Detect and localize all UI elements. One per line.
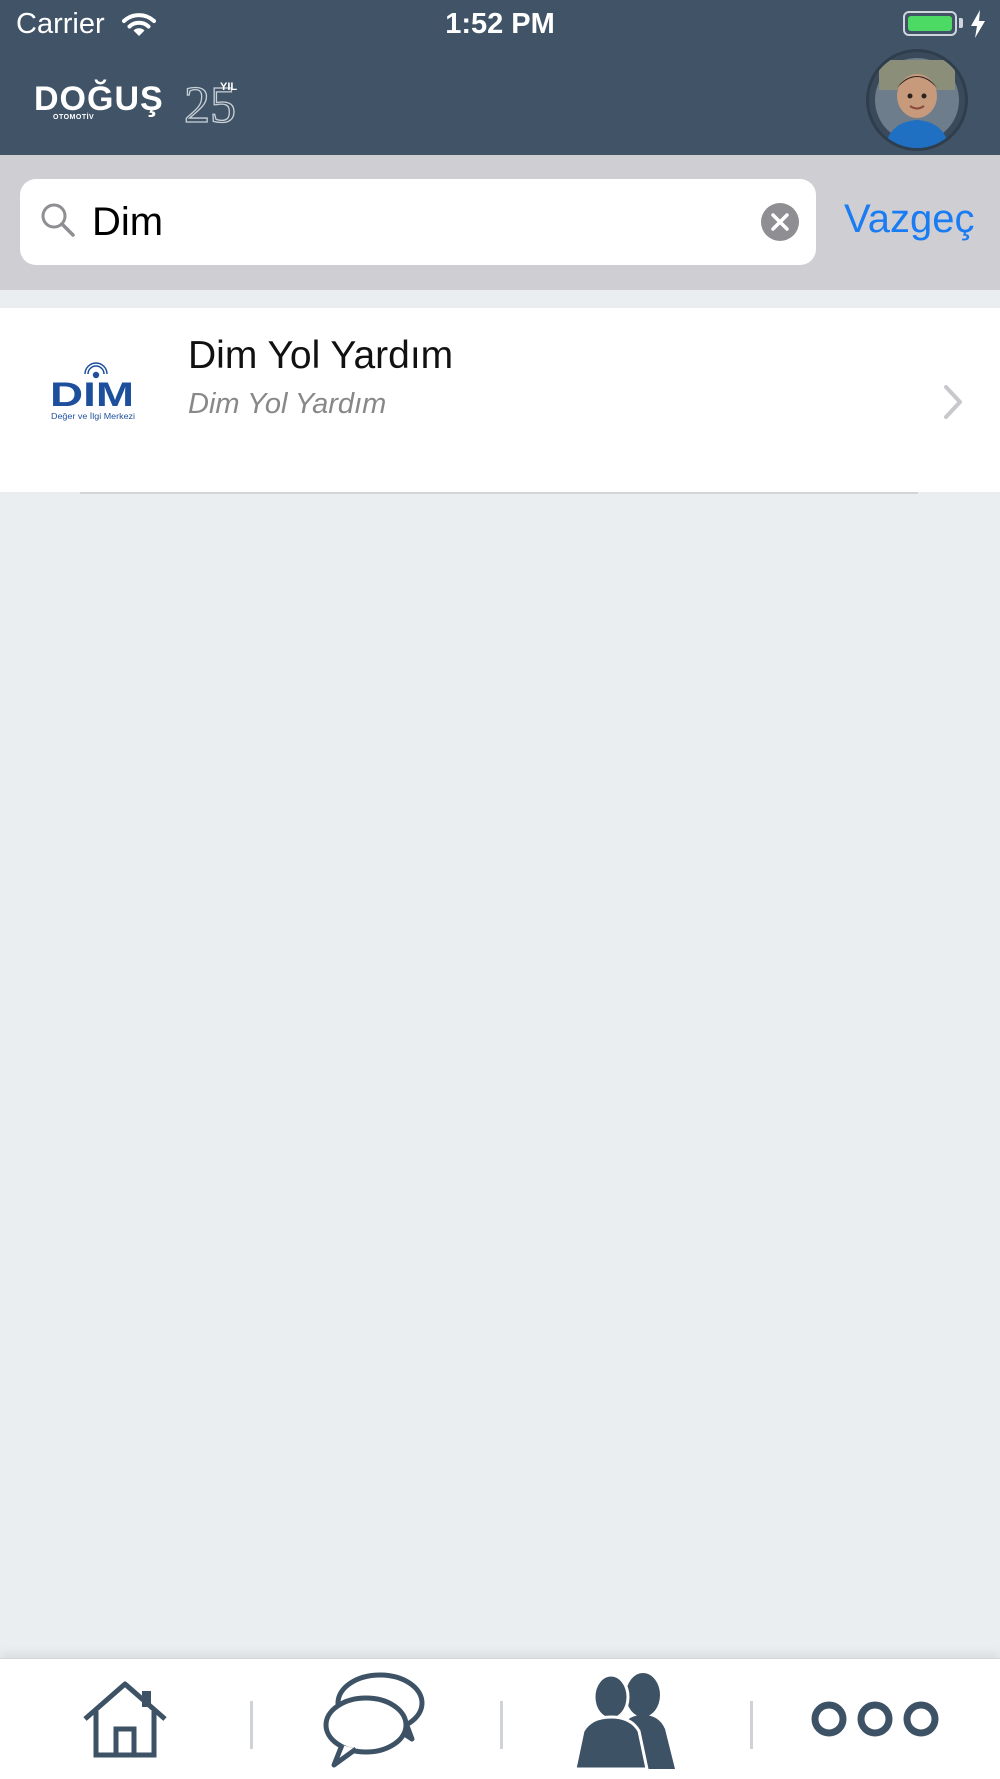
brand-logo: DOĞUŞ OTOMOTİV 25 YIL (34, 70, 249, 130)
result-title: Dim Yol Yardım (188, 334, 454, 377)
tab-bar (0, 1658, 1000, 1779)
profile-avatar[interactable] (869, 52, 965, 148)
home-icon (83, 1681, 167, 1758)
tab-separator (750, 1701, 753, 1749)
row-divider (80, 492, 918, 494)
brand-subtitle: OTOMOTİV (53, 114, 95, 121)
tab-separator (250, 1701, 253, 1749)
battery-tip (959, 18, 963, 28)
list-item[interactable]: DIM Değer ve İlgi Merkezi Dim Yol Yardım… (0, 308, 1000, 492)
cancel-search-button[interactable]: Vazgeç (844, 197, 974, 242)
dim-logo-subtext: Değer ve İlgi Merkezi (51, 412, 135, 421)
more-icon (811, 1701, 939, 1737)
dim-logo-text: DIM (50, 376, 134, 414)
tab-separator (500, 1701, 503, 1749)
anniversary-label: YIL (220, 81, 237, 93)
result-subtitle: Dim Yol Yardım (188, 388, 387, 420)
chat-icon (323, 1672, 425, 1768)
status-time: 1:52 PM (445, 8, 555, 40)
tab-home[interactable] (25, 1659, 225, 1779)
search-bar: Vazgeç (0, 155, 1000, 290)
search-field[interactable] (20, 179, 816, 265)
tab-chat[interactable] (275, 1659, 475, 1779)
charging-icon (970, 10, 986, 43)
battery-icon (903, 11, 957, 36)
search-results-list: DIM Değer ve İlgi Merkezi Dim Yol Yardım… (0, 308, 1000, 492)
search-input[interactable] (92, 191, 752, 253)
dim-logo: DIM Değer ve İlgi Merkezi (50, 362, 135, 421)
anniversary-logo: 25 YIL (184, 76, 237, 130)
clear-search-icon[interactable] (760, 202, 800, 247)
search-icon (38, 200, 78, 245)
app-header: Carrier 1:52 PM DOĞUŞ OTOMOTİV 25 YIL (0, 0, 1000, 155)
tab-contacts[interactable] (525, 1659, 725, 1779)
contacts-icon (573, 1673, 675, 1769)
chevron-right-icon (942, 384, 964, 425)
tab-more[interactable] (775, 1659, 975, 1779)
status-bar: Carrier 1:52 PM (0, 0, 1000, 52)
